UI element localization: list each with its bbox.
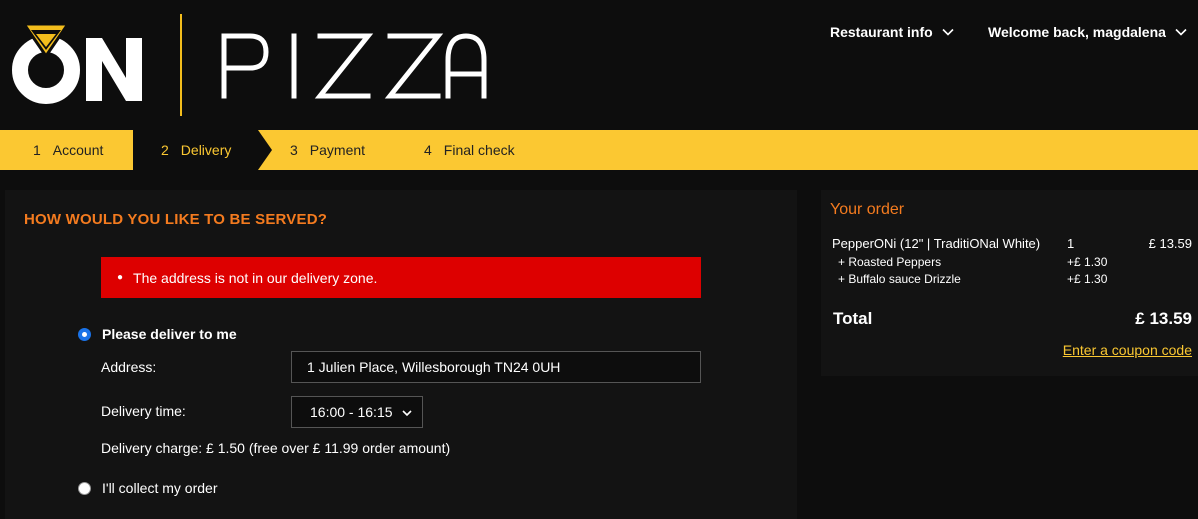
section-title: HOW WOULD YOU LIKE TO BE SERVED? xyxy=(24,211,328,228)
deliver-radio[interactable] xyxy=(78,327,91,341)
error-alert: ● The address is not in our delivery zon… xyxy=(101,257,701,298)
order-item-price: £ 13.59 xyxy=(1148,236,1192,251)
order-extra-price: +£ 1.30 xyxy=(1067,272,1108,286)
order-title: Your order xyxy=(830,201,905,218)
checkout-steps: 1 Account 2 Delivery 3 Payment 4 Final check xyxy=(0,130,1198,170)
order-item-name: PepperONi (12" | TraditiONal White) xyxy=(832,236,1041,251)
step-account[interactable]: 1 Account xyxy=(33,130,103,170)
address-input[interactable] xyxy=(291,351,701,383)
step-number: 4 xyxy=(424,142,432,158)
restaurant-info-label: Restaurant info xyxy=(830,24,933,40)
order-extra-price: +£ 1.30 xyxy=(1067,255,1108,269)
step-label: Final check xyxy=(443,142,515,158)
collect-option[interactable]: I'll collect my order xyxy=(78,480,217,496)
total-value: £ 13.59 xyxy=(1135,309,1192,328)
delivery-time-select[interactable]: 16:00 - 16:15 xyxy=(291,396,423,428)
chevron-down-icon xyxy=(1175,28,1187,36)
step-label: Account xyxy=(52,142,104,158)
chevron-down-icon xyxy=(942,28,954,36)
step-label: Payment xyxy=(309,142,366,158)
delivery-time-value: 16:00 - 16:15 xyxy=(310,404,393,420)
order-extra-name: + Buffalo sauce Drizzle xyxy=(838,272,961,286)
order-extra-name: + Roasted Peppers xyxy=(838,255,942,269)
on-logo-icon[interactable] xyxy=(10,18,150,108)
user-menu[interactable]: Welcome back, magdalena xyxy=(988,24,1188,40)
step-number: 3 xyxy=(290,142,298,158)
collect-option-label: I'll collect my order xyxy=(102,480,218,496)
deliver-option[interactable]: Please deliver to me xyxy=(78,326,237,342)
delivery-charge-text: Delivery charge: £ 1.50 (free over £ 11.… xyxy=(101,440,451,456)
delivery-time-label: Delivery time: xyxy=(101,403,186,419)
step-number: 1 xyxy=(33,142,41,158)
address-label: Address: xyxy=(101,359,157,375)
error-message: The address is not in our delivery zone. xyxy=(133,269,378,286)
logo-divider xyxy=(180,14,182,116)
bullet-icon: ● xyxy=(117,272,124,283)
pizza-wordmark[interactable] xyxy=(220,30,490,100)
collect-radio[interactable] xyxy=(78,481,91,495)
step-final-check[interactable]: 4 Final check xyxy=(424,130,515,170)
active-step-arrow xyxy=(258,130,272,170)
step-payment[interactable]: 3 Payment xyxy=(290,130,365,170)
site-header: Restaurant info Welcome back, magdalena xyxy=(0,0,1198,130)
deliver-option-label: Please deliver to me xyxy=(102,326,237,342)
welcome-label: Welcome back, magdalena xyxy=(988,24,1166,40)
delivery-panel: HOW WOULD YOU LIKE TO BE SERVED? ● The a… xyxy=(5,190,797,519)
step-number: 2 xyxy=(161,142,169,158)
order-summary-panel: Your order PepperONi (12" | TraditiONal … xyxy=(821,190,1198,376)
step-delivery[interactable]: 2 Delivery xyxy=(161,130,231,170)
coupon-link[interactable]: Enter a coupon code xyxy=(1063,342,1192,358)
chevron-down-icon xyxy=(402,410,412,417)
order-item-qty: 1 xyxy=(1067,236,1075,251)
step-label: Delivery xyxy=(180,142,232,158)
restaurant-info-menu[interactable]: Restaurant info xyxy=(830,24,955,40)
total-label: Total xyxy=(833,309,873,328)
